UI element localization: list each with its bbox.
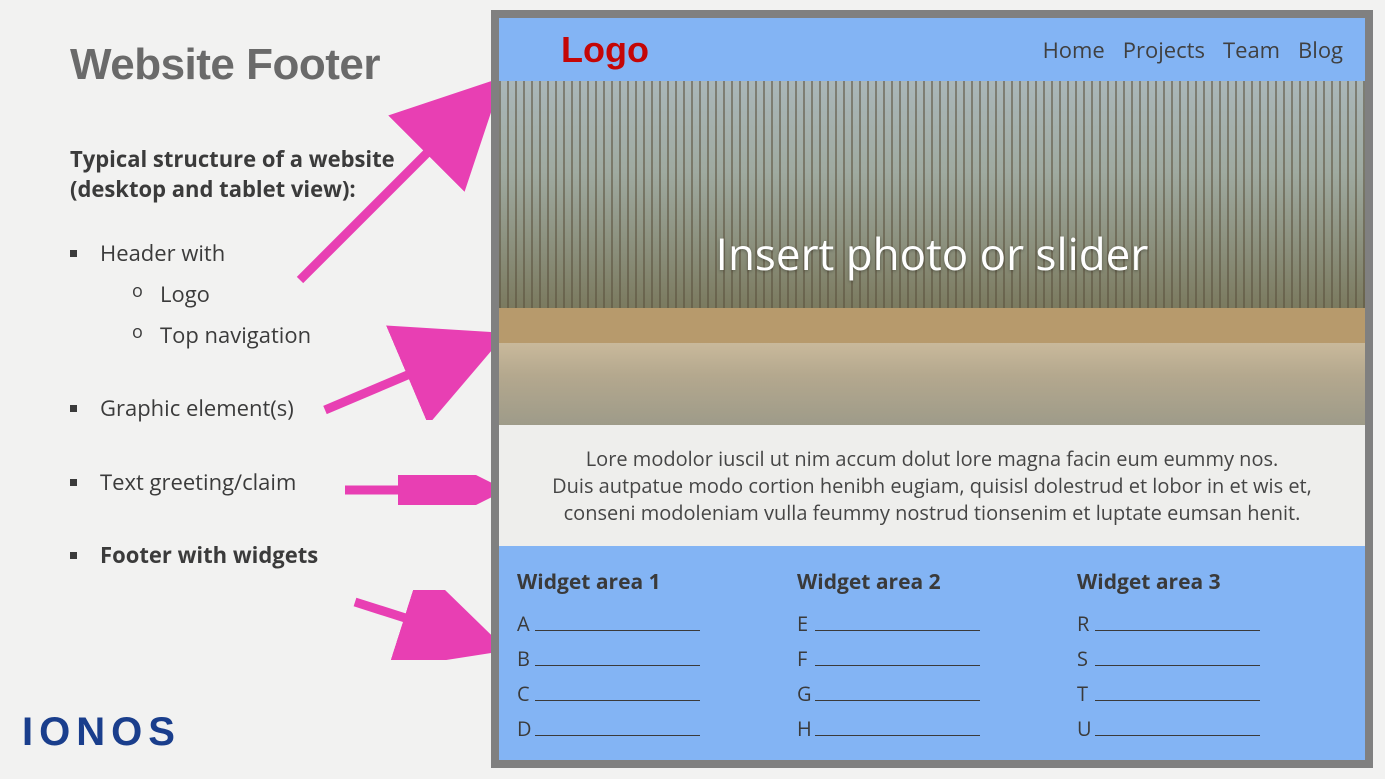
list-item: R — [1077, 610, 1347, 637]
mock-greeting: Lore modolor iuscil ut nim accum dolut l… — [499, 425, 1365, 546]
mock-footer: Widget area 1 A B C D Widget area 2 E F … — [499, 546, 1365, 760]
widget-2-title: Widget area 2 — [797, 568, 1067, 596]
list-item: U — [1077, 715, 1347, 742]
widget-3-title: Widget area 3 — [1077, 568, 1347, 596]
blank-line-icon — [535, 646, 700, 666]
mock-logo: Logo — [561, 29, 649, 71]
greeting-line-2: Duis autpatue modo cortion henibh eugiam… — [539, 472, 1325, 499]
ionos-brand: IONOS — [22, 710, 181, 755]
hero-placeholder-text: Insert photo or slider — [716, 223, 1149, 283]
bullet-header: Header with Logo Top navigation — [70, 239, 470, 349]
list-item: H — [797, 715, 1067, 742]
mock-hero: Insert photo or slider — [499, 81, 1365, 425]
widget-area-2: Widget area 2 E F G H — [797, 568, 1067, 750]
hero-water-icon — [499, 343, 1365, 426]
widget-area-3: Widget area 3 R S T U — [1077, 568, 1347, 750]
widget-area-1: Widget area 1 A B C D — [517, 568, 787, 750]
bullet-graphic: Graphic element(s) — [70, 394, 470, 423]
mock-website: Logo Home Projects Team Blog Insert phot… — [491, 10, 1373, 768]
subtitle: Typical structure of a website (desktop … — [70, 145, 470, 204]
blank-line-icon — [1095, 681, 1260, 701]
blank-line-icon — [535, 716, 700, 736]
greeting-line-3: conseni modoleniam vulla feummy nostrud … — [539, 499, 1325, 526]
list-item: B — [517, 645, 787, 672]
list-item: T — [1077, 680, 1347, 707]
bullet-header-label: Header with — [100, 238, 225, 268]
list-item: C — [517, 680, 787, 707]
list-item: A — [517, 610, 787, 637]
blank-line-icon — [535, 611, 700, 631]
blank-line-icon — [1095, 716, 1260, 736]
bullet-header-sub-logo: Logo — [100, 280, 470, 309]
blank-line-icon — [815, 646, 980, 666]
blank-line-icon — [1095, 646, 1260, 666]
blank-line-icon — [815, 681, 980, 701]
list-item: D — [517, 715, 787, 742]
bullet-greeting: Text greeting/claim — [70, 468, 470, 497]
blank-line-icon — [815, 611, 980, 631]
blank-line-icon — [535, 681, 700, 701]
mock-top-nav: Home Projects Team Blog — [1043, 35, 1343, 65]
nav-item-home[interactable]: Home — [1043, 35, 1105, 65]
blank-line-icon — [1095, 611, 1260, 631]
page-title: Website Footer — [70, 40, 470, 90]
widget-1-title: Widget area 1 — [517, 568, 787, 596]
mock-header: Logo Home Projects Team Blog — [499, 18, 1365, 81]
list-item: S — [1077, 645, 1347, 672]
explanation-column: Website Footer Typical structure of a we… — [70, 40, 470, 615]
list-item: F — [797, 645, 1067, 672]
nav-item-projects[interactable]: Projects — [1123, 35, 1205, 65]
nav-item-team[interactable]: Team — [1223, 35, 1280, 65]
blank-line-icon — [815, 716, 980, 736]
bullet-footer: Footer with widgets — [70, 541, 470, 570]
list-item: G — [797, 680, 1067, 707]
list-item: E — [797, 610, 1067, 637]
nav-item-blog[interactable]: Blog — [1298, 35, 1343, 65]
greeting-line-1: Lore modolor iuscil ut nim accum dolut l… — [539, 445, 1325, 472]
bullet-header-sub-nav: Top navigation — [100, 321, 470, 350]
